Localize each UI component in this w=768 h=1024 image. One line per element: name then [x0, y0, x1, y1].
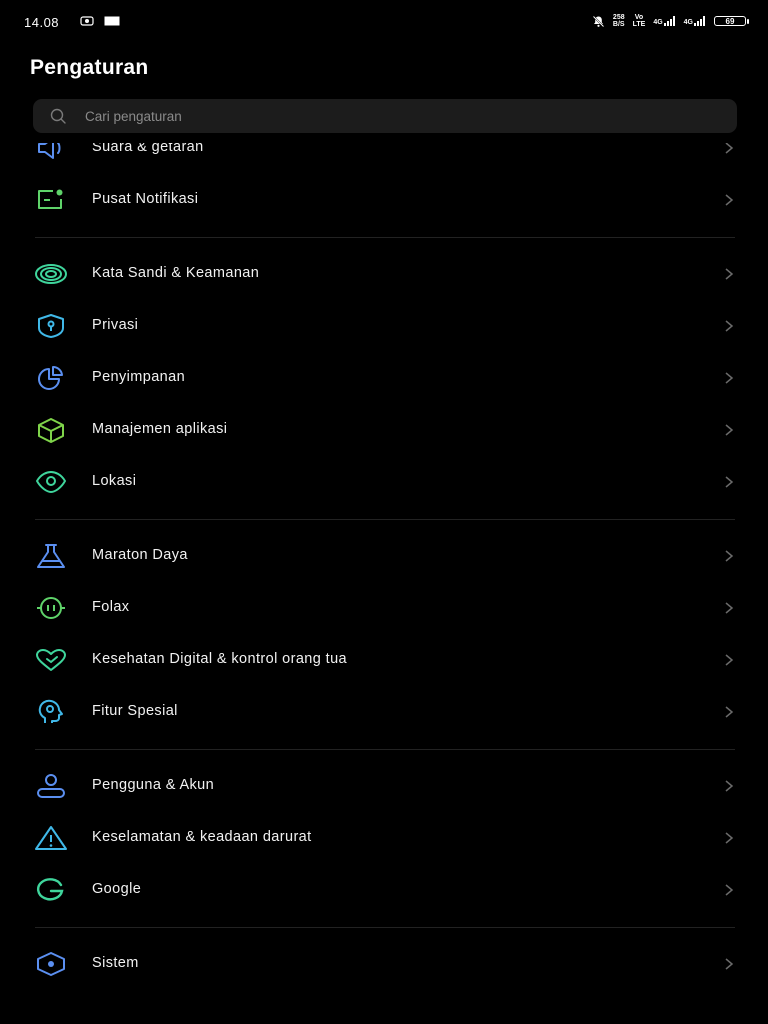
divider	[35, 749, 735, 750]
settings-item-system[interactable]: Sistem	[0, 938, 768, 990]
divider	[35, 237, 735, 238]
settings-item-safety-emergency[interactable]: Keselamatan & keadaan darurat	[0, 812, 768, 864]
head-icon	[34, 699, 68, 725]
eye-location-icon	[34, 469, 68, 495]
chevron-right-icon	[725, 832, 734, 844]
settings-item-digital-wellbeing[interactable]: Kesehatan Digital & kontrol orang tua	[0, 634, 768, 686]
settings-item-notification-center[interactable]: Pusat Notifikasi	[0, 174, 768, 226]
settings-item-storage[interactable]: Penyimpanan	[0, 352, 768, 404]
settings-item-privacy[interactable]: Privasi	[0, 300, 768, 352]
fingerprint-icon	[34, 261, 68, 287]
settings-item-app-management[interactable]: Manajemen aplikasi	[0, 404, 768, 456]
scroll-clip	[0, 133, 768, 143]
settings-item-label: Privasi	[92, 317, 139, 333]
chevron-right-icon	[725, 550, 734, 562]
settings-item-google[interactable]: Google	[0, 864, 768, 916]
search-icon	[50, 108, 66, 124]
divider	[35, 927, 735, 928]
flask-icon	[34, 543, 68, 569]
search-bar[interactable]	[33, 99, 737, 133]
settings-item-label: Penyimpanan	[92, 369, 186, 385]
settings-item-label: Keselamatan & keadaan darurat	[92, 829, 312, 845]
settings-item-label: Pengguna & Akun	[92, 777, 215, 793]
heart-check-icon	[34, 647, 68, 673]
settings-item-label: Maraton Daya	[92, 547, 188, 563]
chevron-right-icon	[725, 424, 734, 436]
chevron-right-icon	[725, 476, 734, 488]
settings-item-folax[interactable]: Folax	[0, 582, 768, 634]
settings-item-location[interactable]: Lokasi	[0, 456, 768, 508]
settings-item-label: Manajemen aplikasi	[92, 421, 228, 437]
google-icon	[34, 877, 68, 903]
settings-item-label: Google	[92, 881, 142, 897]
chevron-right-icon	[725, 958, 734, 970]
chevron-right-icon	[725, 884, 734, 896]
user-icon	[34, 773, 68, 799]
settings-item-label: Kata Sandi & Keamanan	[92, 265, 260, 281]
settings-item-label: Pusat Notifikasi	[92, 191, 199, 207]
settings-item-password-security[interactable]: Kata Sandi & Keamanan	[0, 248, 768, 300]
settings-item-label: Folax	[92, 599, 130, 615]
chevron-right-icon	[725, 194, 734, 206]
pie-chart-icon	[34, 365, 68, 391]
chevron-right-icon	[725, 602, 734, 614]
settings-item-special-features[interactable]: Fitur Spesial	[0, 686, 768, 738]
settings-item-power-marathon[interactable]: Maraton Daya	[0, 530, 768, 582]
settings-item-users-accounts[interactable]: Pengguna & Akun	[0, 760, 768, 812]
notification-icon	[34, 187, 68, 213]
settings-item-label: Sistem	[92, 955, 139, 971]
chevron-right-icon	[725, 780, 734, 792]
chevron-right-icon	[725, 706, 734, 718]
divider	[35, 519, 735, 520]
folax-icon	[34, 595, 68, 621]
settings-item-label: Lokasi	[92, 473, 137, 489]
hexagon-icon	[34, 951, 68, 977]
shield-lock-icon	[34, 313, 68, 339]
search-input[interactable]	[85, 99, 685, 133]
warning-icon	[34, 825, 68, 851]
chevron-right-icon	[725, 320, 734, 332]
chevron-right-icon	[725, 268, 734, 280]
settings-list: Suara & getaran Pusat Notifikasi Kata Sa…	[0, 0, 768, 1024]
cube-icon	[34, 417, 68, 443]
settings-item-label: Kesehatan Digital & kontrol orang tua	[92, 651, 348, 667]
settings-item-label: Fitur Spesial	[92, 703, 178, 719]
chevron-right-icon	[725, 654, 734, 666]
chevron-right-icon	[725, 372, 734, 384]
